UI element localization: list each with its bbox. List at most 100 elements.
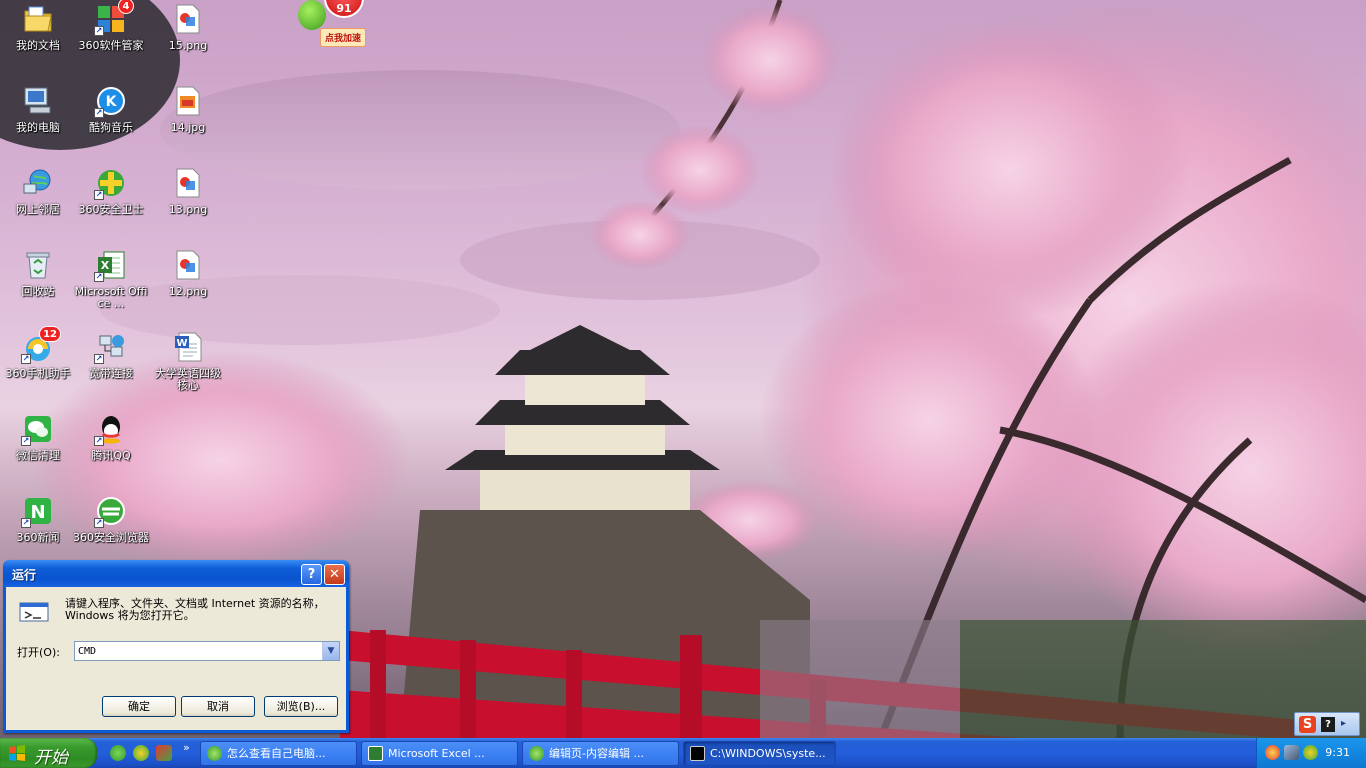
image-file-icon [171, 248, 205, 282]
desktop-icon-label: 14.jpg [170, 121, 206, 134]
system-tray: 9:31 [1256, 738, 1366, 768]
help-button[interactable]: ? [301, 564, 322, 585]
desktop-icon-my-documents[interactable]: 我的文档 [0, 0, 76, 80]
task-button-browser-1[interactable]: 怎么查看自己电脑... [200, 741, 357, 766]
ime-menu-icon[interactable]: ▸ [1341, 718, 1346, 729]
desktop-icon-label: 微信清理 [16, 449, 60, 462]
quicklaunch-360-guard-icon[interactable] [133, 745, 149, 761]
task-button-excel[interactable]: Microsoft Excel ... [361, 741, 518, 766]
open-field-label: 打开(O): [17, 646, 60, 659]
shortcut-arrow-icon: ↗ [94, 190, 104, 200]
desktop-icon-microsoft-office[interactable]: X ↗ Microsoft Office ... [73, 246, 149, 326]
software-manager-icon: 4 ↗ [94, 0, 134, 36]
close-button[interactable]: ✕ [324, 564, 345, 585]
desktop-icon-label: 360安全卫士 [78, 203, 144, 216]
quicklaunch-show-desktop-icon[interactable] [156, 745, 172, 761]
desktop-icon-label: 我的电脑 [16, 121, 60, 134]
wechat-cleaner-icon: ↗ [21, 412, 55, 446]
shortcut-arrow-icon: ↗ [94, 272, 104, 282]
cmd-icon [690, 746, 705, 761]
shortcut-arrow-icon: ↗ [21, 518, 31, 528]
browse-button[interactable]: 浏览(B)... [264, 696, 338, 717]
task-label: 编辑页-内容编辑 ... [549, 747, 644, 760]
kugou-music-icon: K ↗ [94, 84, 128, 118]
desktop-icon-network-places[interactable]: 网上邻居 [0, 164, 76, 244]
shortcut-arrow-icon: ↗ [94, 108, 104, 118]
shortcut-arrow-icon: ↗ [94, 518, 104, 528]
run-dialog-titlebar[interactable]: 运行 ? ✕ [3, 560, 349, 587]
svg-text:N: N [30, 502, 45, 523]
recycle-bin-icon [21, 248, 55, 282]
shortcut-arrow-icon: ↗ [21, 436, 31, 446]
broadband-icon: ↗ [94, 330, 128, 364]
desktop-icon-label: 酷狗音乐 [89, 121, 133, 134]
speedup-label: 点我加速 [320, 28, 367, 47]
ie-browser-icon [207, 746, 222, 761]
desktop-icon-360-guard[interactable]: ↗ 360安全卫士 [73, 164, 149, 244]
svg-text:K: K [106, 94, 118, 110]
qq-tray-icon[interactable] [1265, 745, 1280, 760]
desktop-icon-14-jpg[interactable]: 14.jpg [150, 82, 226, 162]
desktop-icon-12-png[interactable]: 12.png [150, 246, 226, 326]
shortcut-arrow-icon: ↗ [94, 354, 104, 364]
quicklaunch-ie-icon[interactable] [110, 745, 126, 761]
ime-toolbar[interactable]: S ? ▸ [1294, 712, 1360, 736]
task-label: C:\WINDOWS\syste... [710, 747, 826, 760]
svg-text:X: X [101, 259, 110, 272]
360-guard-icon: ↗ [94, 166, 128, 200]
svg-text:W: W [176, 338, 187, 349]
desktop-icon-label: 13.png [168, 203, 208, 216]
ime-help-icon[interactable]: ? [1321, 717, 1335, 732]
shortcut-arrow-icon: ↗ [94, 436, 104, 446]
chevron-down-icon[interactable]: ▼ [322, 642, 339, 660]
desktop-icon-label: 大学英语四级核心 [155, 367, 221, 392]
run-dialog-body: 请键入程序、文件夹、文档或 Internet 资源的名称，Windows 将为您… [6, 587, 346, 730]
desktop-icon-13-png[interactable]: 13.png [150, 164, 226, 244]
desktop-icon-label: 360安全浏览器 [73, 531, 149, 544]
desktop-icon-15-png[interactable]: 15.png [150, 0, 226, 80]
notification-badge: 4 [118, 0, 134, 14]
speedup-widget[interactable]: 91 点我加速 [294, 0, 372, 47]
windows-logo-icon [9, 745, 25, 761]
360-news-icon: N ↗ [21, 494, 55, 528]
start-label: 开始 [34, 748, 68, 768]
clock[interactable]: 9:31 [1325, 746, 1350, 759]
desktop-icon-label: 回收站 [21, 285, 55, 298]
sogou-ime-icon[interactable]: S [1299, 716, 1316, 733]
start-button[interactable]: 开始 [0, 738, 97, 768]
cancel-button[interactable]: 取消 [181, 696, 255, 717]
task-button-cmd[interactable]: C:\WINDOWS\syste... [683, 741, 836, 766]
desktop-icon-cet4-core[interactable]: W 大学英语四级核心 [150, 328, 226, 408]
desktop-icon-kugou-music[interactable]: K ↗ 酷狗音乐 [73, 82, 149, 162]
run-dialog: 运行 ? ✕ 请键入程序、文件夹、文档或 Internet 资源的名称，Wind… [3, 560, 349, 733]
desktop-icon-label: 网上邻居 [16, 203, 60, 216]
desktop-icon-label: 宽带连接 [89, 367, 133, 380]
taskbar: 开始 » 怎么查看自己电脑... Microsoft Excel ... 编辑页… [0, 738, 1366, 768]
ie-browser-icon [529, 746, 544, 761]
360-tray-icon[interactable] [1303, 745, 1318, 760]
shortcut-arrow-icon: ↗ [21, 354, 31, 364]
desktop-icon-label: 腾讯QQ [91, 449, 131, 462]
open-combobox[interactable]: ▼ [74, 641, 340, 661]
desktop-icon-tencent-qq[interactable]: ↗ 腾讯QQ [73, 410, 149, 490]
word-doc-icon: W [171, 330, 205, 364]
task-label: Microsoft Excel ... [388, 747, 485, 760]
360-mobile-icon: 12 ↗ [21, 326, 61, 364]
quicklaunch-more-icon[interactable]: » [183, 741, 190, 754]
qq-icon: ↗ [94, 412, 128, 446]
desktop-icon-my-computer[interactable]: 我的电脑 [0, 82, 76, 162]
desktop-icon-label: Microsoft Office ... [74, 285, 148, 310]
computer-icon [21, 84, 55, 118]
open-input[interactable] [75, 642, 321, 660]
desktop-icon-360-software-manager[interactable]: 4 ↗ 360软件管家 [73, 0, 149, 80]
desktop-icon-recycle-bin[interactable]: 回收站 [0, 246, 76, 326]
360-browser-icon: ↗ [94, 494, 128, 528]
ok-button[interactable]: 确定 [102, 696, 176, 717]
desktop-icon-wechat-cleaner[interactable]: ↗ 微信清理 [0, 410, 76, 490]
desktop-icon-broadband-connection[interactable]: ↗ 宽带连接 [73, 328, 149, 408]
image-file-icon [171, 166, 205, 200]
network-tray-icon[interactable] [1284, 745, 1299, 760]
desktop-icon-360-mobile-assistant[interactable]: 12 ↗ 360手机助手 [0, 326, 76, 408]
task-button-browser-2[interactable]: 编辑页-内容编辑 ... [522, 741, 679, 766]
shortcut-arrow-icon: ↗ [94, 26, 104, 36]
